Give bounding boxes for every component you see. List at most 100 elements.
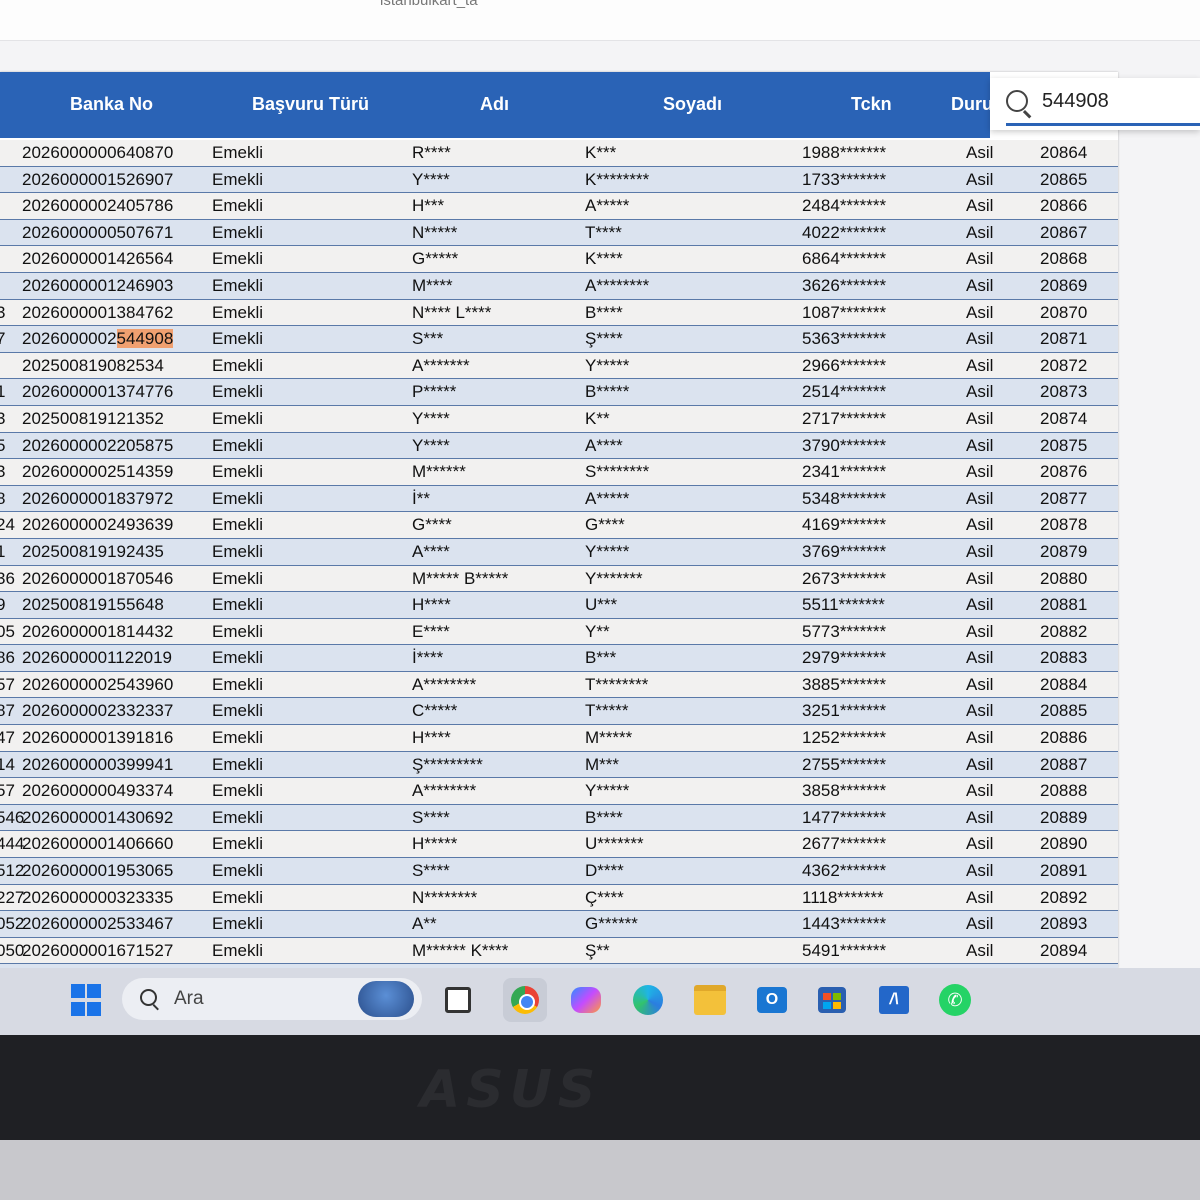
find-box[interactable]: 544908	[990, 78, 1200, 130]
id-cell-text: 20884	[1040, 674, 1088, 694]
task-view-icon[interactable]	[440, 982, 476, 1018]
table-row[interactable]: 1 202500819192435 Emekli A**** Y***** 3769***…	[0, 538, 1118, 566]
table-row[interactable]: 2026000000640870 Emekli R**** K*** 1988*****…	[0, 140, 1118, 167]
table-row[interactable]: 052 2026000002533467 Emekli A** G****** 1443*…	[0, 911, 1118, 938]
basvuru-turu-cell: Emekli	[212, 462, 263, 482]
table-row[interactable]: 512 2026000001953065 Emekli S**** D**** 4362*…	[0, 858, 1118, 885]
id-cell-text: 20873	[1040, 382, 1088, 402]
basvuru-turu-cell: Emekli	[212, 808, 263, 828]
durum-cell-text: Asil	[966, 701, 994, 721]
col-header-soyadi[interactable]: Soyadı	[663, 94, 722, 115]
table-row[interactable]: 2026000000507671 Emekli N***** T**** 4022***…	[0, 219, 1118, 247]
soyadi-cell-text: T****	[585, 222, 622, 242]
id-cell-text: 20865	[1040, 169, 1088, 189]
tckn-cell-text: 2979*******	[802, 648, 887, 668]
table-row[interactable]: 5 2026000002205875 Emekli Y**** A**** 3790***…	[0, 432, 1118, 460]
soyadi-cell-text: B****	[585, 302, 623, 322]
adi-cell: A****	[412, 542, 450, 562]
row-number-cell-text: 8	[0, 488, 6, 508]
adi-cell: N*****	[412, 223, 457, 243]
id-cell: 20894	[1040, 941, 1087, 961]
table-row[interactable]: 7 2026000002544908 Emekli S*** Ş**** 5363****…	[0, 326, 1118, 353]
table-row[interactable]: 2026000001526907 Emekli Y**** K******** 1733…	[0, 166, 1118, 194]
table-row[interactable]: 36 2026000001870546 Emekli M***** B***** Y**…	[0, 565, 1118, 593]
row-number-cell-text: 57	[0, 781, 15, 801]
table-row[interactable]: 9 202500819155648 Emekli H**** U*** 5511*****…	[0, 592, 1118, 619]
table-row[interactable]: 444 2026000001406660 Emekli H***** U******* 2…	[0, 831, 1118, 859]
table-row[interactable]: 2026000001426564 Emekli G***** K**** 6864***…	[0, 246, 1118, 273]
table-row[interactable]: 546 2026000001430692 Emekli S**** B**** 1477*…	[0, 804, 1118, 832]
durum-cell: Asil	[966, 914, 993, 934]
col-header-basvuru-turu[interactable]: Başvuru Türü	[252, 94, 369, 115]
tckn-cell: 2755*******	[802, 755, 886, 775]
tckn-cell: 5348*******	[802, 489, 886, 509]
chrome-icon[interactable]	[503, 978, 547, 1022]
banka-no-cell: 2026000001426564	[22, 249, 173, 269]
adi-cell-text: Y****	[412, 435, 450, 455]
table-row[interactable]: 1 2026000001374776 Emekli P***** B***** 2514*…	[0, 379, 1118, 406]
basvuru-turu-cell-text: Emekli	[212, 408, 264, 428]
id-cell-text: 20886	[1040, 728, 1088, 748]
id-cell: 20884	[1040, 675, 1087, 695]
table-row[interactable]: 3 202500819121352 Emekli Y**** K** 2717******…	[0, 405, 1118, 433]
table-row[interactable]: 2026000001246903 Emekli M**** A******** 3626…	[0, 272, 1118, 300]
table-row[interactable]: 202500819082534 Emekli A******* Y***** 2966*…	[0, 352, 1118, 380]
table-row[interactable]: 57 2026000000493374 Emekli A******** Y***** 3…	[0, 778, 1118, 805]
durum-cell-text: Asil	[966, 807, 994, 827]
widgets-icon[interactable]	[358, 981, 414, 1017]
edge-icon[interactable]	[630, 982, 666, 1018]
banka-no-cell: 2026000001837972	[22, 489, 173, 509]
table-row[interactable]: 24 2026000002493639 Emekli G**** G**** 4169**…	[0, 512, 1118, 539]
col-header-banka-no[interactable]: Banka No	[70, 94, 153, 115]
row-number-cell: 1	[0, 382, 5, 402]
table-row[interactable]: 3 2026000002514359 Emekli M****** S******** 2…	[0, 459, 1118, 486]
col-header-tckn[interactable]: Tckn	[851, 94, 892, 115]
table-row[interactable]: 050 2026000001671527 Emekli M****** K**** Ş*…	[0, 937, 1118, 965]
id-cell: 20864	[1040, 143, 1087, 163]
basvuru-turu-cell: Emekli	[212, 249, 263, 269]
tckn-cell-text: 3769*******	[802, 541, 887, 561]
table-row[interactable]: 3 2026000001384762 Emekli N**** L**** B**** 1…	[0, 299, 1118, 327]
row-number-cell: 3	[0, 303, 5, 323]
id-cell: 20889	[1040, 808, 1087, 828]
soyadi-cell-text: A*****	[585, 488, 630, 508]
col-header-durum[interactable]: Duru	[951, 94, 993, 115]
taskbar-search[interactable]: Ara	[122, 978, 422, 1020]
file-explorer-icon[interactable]	[692, 982, 728, 1018]
table-row[interactable]: 47 2026000001391816 Emekli H**** M***** 1252*…	[0, 725, 1118, 752]
soyadi-cell: Y*****	[585, 781, 629, 801]
search-input[interactable]: 544908	[1042, 90, 1109, 113]
row-number-cell: 36	[0, 569, 15, 589]
col-header-adi[interactable]: Adı	[480, 94, 509, 115]
adi-cell-text: G****	[412, 515, 452, 535]
store-icon[interactable]	[814, 982, 850, 1018]
table-row[interactable]: 87 2026000002332337 Emekli C***** T***** 3251…	[0, 698, 1118, 726]
durum-cell: Asil	[966, 462, 993, 482]
adi-cell: M****** K****	[412, 941, 508, 961]
basvuru-turu-cell-text: Emekli	[212, 754, 264, 774]
tckn-cell: 1988*******	[802, 143, 886, 163]
table-row[interactable]: 86 2026000001122019 Emekli İ**** B*** 2979***…	[0, 645, 1118, 672]
table-row[interactable]: 14 2026000000399941 Emekli Ş********* M*** 27…	[0, 751, 1118, 779]
copilot-icon[interactable]	[568, 982, 604, 1018]
banka-no-cell-text: 2026000001814432	[22, 621, 174, 641]
id-cell: 20881	[1040, 595, 1087, 615]
table-row[interactable]: 2026000002405786 Emekli H*** A***** 2484****…	[0, 193, 1118, 220]
id-cell: 20885	[1040, 701, 1087, 721]
tckn-cell-text: 1118*******	[802, 887, 884, 907]
table-row[interactable]: 8 2026000001837972 Emekli İ** A***** 5348****…	[0, 485, 1118, 513]
tckn-cell: 1118*******	[802, 888, 884, 908]
table-row[interactable]: 227 2026000000323335 Emekli N******** Ç**** 1…	[0, 884, 1118, 912]
windows-start-icon[interactable]	[70, 982, 102, 1018]
id-cell-text: 20878	[1040, 515, 1088, 535]
basvuru-turu-cell: Emekli	[212, 569, 263, 589]
outlook-icon[interactable]: O	[754, 982, 790, 1018]
app-icon[interactable]: /\	[876, 982, 912, 1018]
table-row[interactable]: 05 2026000001814432 Emekli E**** Y** 5773****…	[0, 618, 1118, 646]
basvuru-turu-cell: Emekli	[212, 329, 263, 349]
row-number-cell-text: 87	[0, 701, 15, 721]
table-row[interactable]: 57 2026000002543960 Emekli A******** T******…	[0, 671, 1118, 699]
banka-no-cell: 2026000001953065	[22, 861, 173, 881]
row-number-cell: 3	[0, 462, 5, 482]
whatsapp-icon[interactable]: ✆	[937, 982, 973, 1018]
